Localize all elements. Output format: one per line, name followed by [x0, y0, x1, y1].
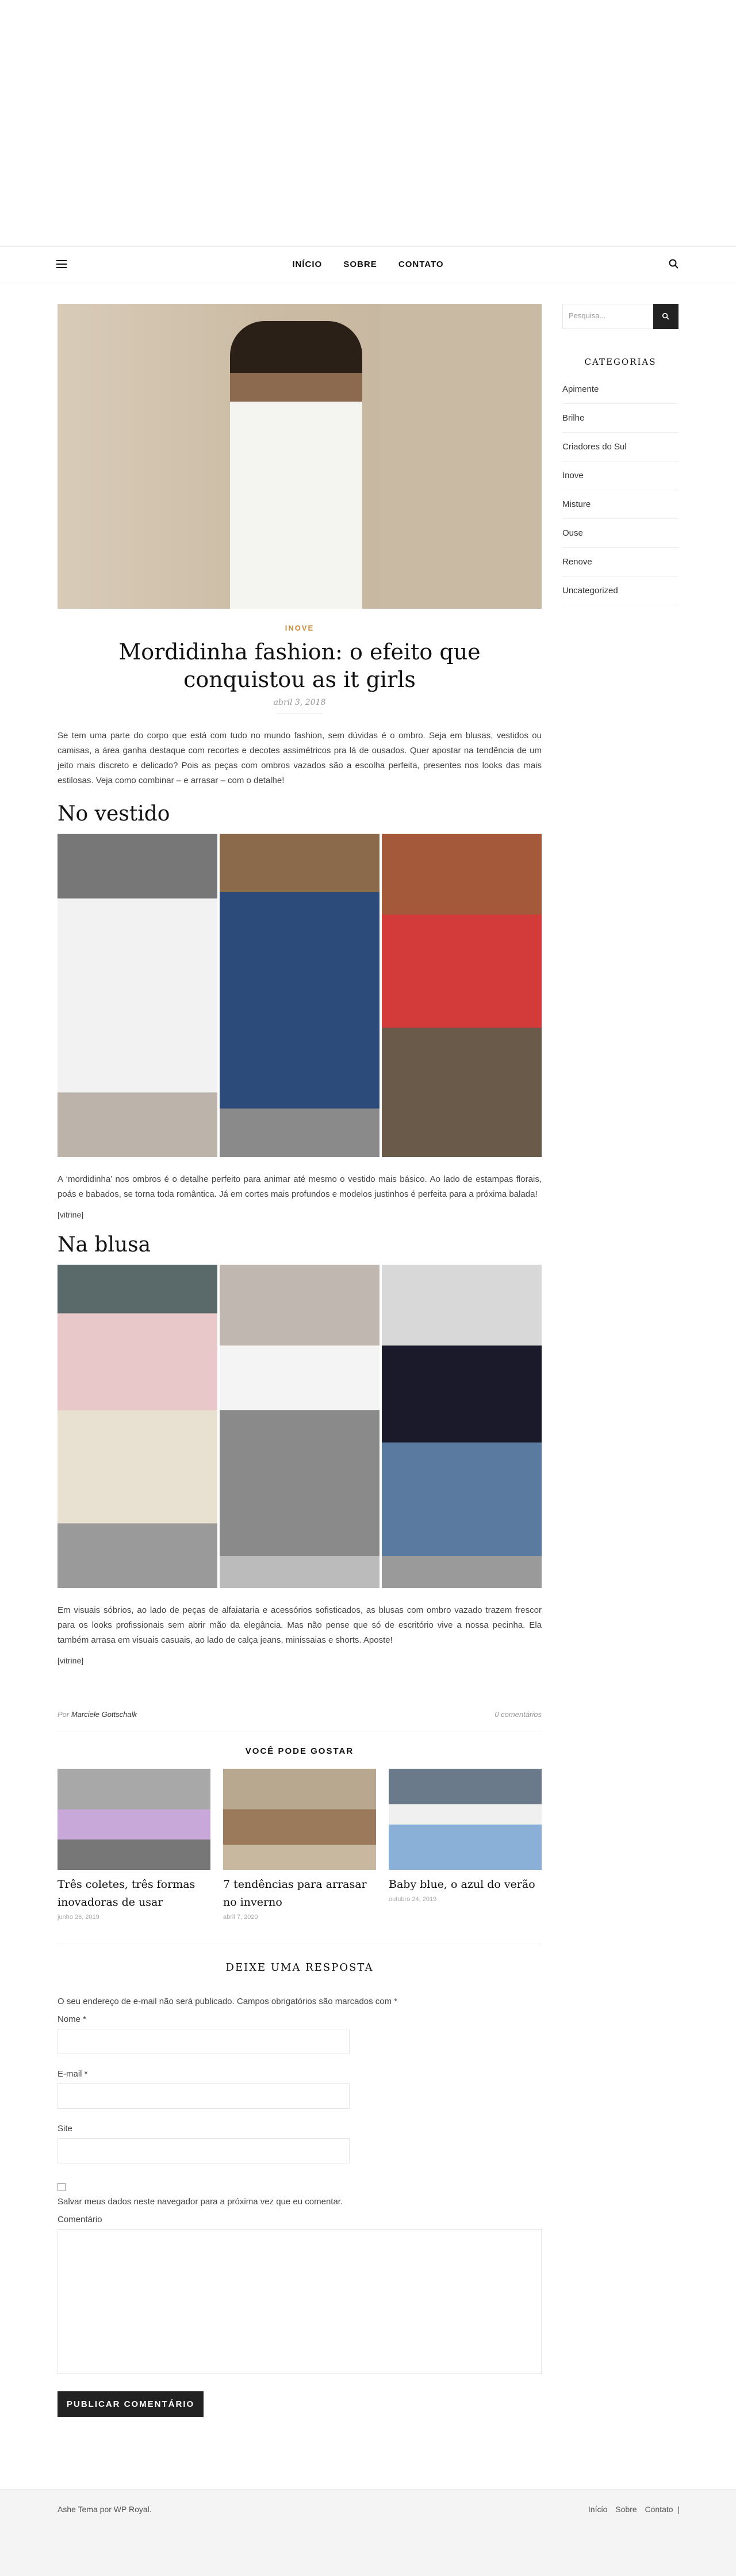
category-item[interactable]: Apimente	[562, 384, 678, 404]
name-input[interactable]	[57, 2029, 350, 2054]
email-label: E-mail *	[57, 2069, 88, 2079]
featured-image[interactable]	[57, 304, 542, 609]
related-post-date: abril 7, 2020	[223, 1914, 258, 1921]
category-item[interactable]: Criadores do Sul	[562, 442, 678, 461]
nav-item-contato[interactable]: CONTATO	[398, 259, 444, 269]
photo-white-dress	[57, 834, 217, 1157]
related-post-title[interactable]: Baby blue, o azul do verão	[389, 1876, 542, 1894]
post-category[interactable]: INOVE	[57, 624, 542, 632]
footer-credit[interactable]: Ashe Tema por WP Royal.	[57, 2505, 152, 2514]
name-label: Nome *	[57, 2014, 87, 2024]
model-figure	[230, 321, 362, 609]
related-post-image[interactable]	[389, 1769, 542, 1870]
site-label: Site	[57, 2124, 72, 2134]
related-post[interactable]: 7 tendências para arrasar no inverno abr…	[223, 1769, 376, 1921]
section-text-vestido: A ‘mordidinha’ nos ombros é o detalhe pe…	[57, 1174, 542, 1199]
section-title-vestido: No vestido	[57, 802, 170, 826]
comment-heading: DEIXE UMA RESPOSTA	[225, 1961, 374, 1974]
categories-heading: CATEGORIAS	[584, 357, 657, 367]
search-input[interactable]: Pesquisa...	[562, 304, 653, 329]
background-panel	[379, 304, 542, 609]
footer-link-sobre[interactable]: Sobre	[615, 2505, 637, 2514]
related-post-title[interactable]: Três coletes, três formas inovadoras de …	[57, 1876, 210, 1911]
post-content: INOVE Mordidinha fashion: o efeito que c…	[57, 304, 542, 2417]
photo-red-dress	[382, 834, 542, 1157]
related-post[interactable]: Três coletes, três formas inovadoras de …	[57, 1769, 210, 1921]
comment-label: Comentário	[57, 2215, 102, 2224]
nav-item-inicio[interactable]: INÍCIO	[292, 259, 322, 269]
main-menu: INÍCIO SOBRE CONTATO	[0, 259, 736, 269]
comment-textarea[interactable]	[57, 2229, 542, 2374]
category-item[interactable]: Misture	[562, 499, 678, 519]
related-posts: Três coletes, três formas inovadoras de …	[57, 1769, 542, 1921]
category-item[interactable]: Ouse	[562, 528, 678, 548]
related-post-date: outubro 24, 2019	[389, 1896, 437, 1903]
category-item[interactable]: Inove	[562, 471, 678, 490]
sidebar: Pesquisa... CATEGORIAS Apimente Brilhe C…	[562, 304, 678, 615]
related-post[interactable]: Baby blue, o azul do verão outubro 24, 2…	[389, 1769, 542, 1921]
photo-floral-blouse	[57, 1265, 217, 1588]
comment-count[interactable]: 0 comentários	[494, 1710, 542, 1719]
search-icon[interactable]	[668, 258, 680, 270]
nav-item-sobre[interactable]: SOBRE	[343, 259, 377, 269]
post-title: Mordidinha fashion: o efeito que conquis…	[118, 639, 481, 692]
categories-list: Apimente Brilhe Criadores do Sul Inove M…	[562, 384, 678, 605]
footer-menu: Início Sobre Contato |	[588, 2505, 680, 2514]
site-input[interactable]	[57, 2138, 350, 2163]
post-date: abril 3, 2018	[273, 698, 326, 707]
category-item[interactable]: Renove	[562, 557, 678, 577]
category-item[interactable]: Uncategorized	[562, 586, 678, 605]
submit-comment-button[interactable]: PUBLICAR COMENTÁRIO	[57, 2391, 204, 2417]
comment-form: O seu endereço de e-mail não será public…	[57, 1997, 542, 2417]
author-link[interactable]: Marciele Gottschalk	[71, 1710, 137, 1719]
section-title-blusa: Na blusa	[57, 1233, 151, 1257]
search-widget: Pesquisa...	[562, 304, 678, 329]
photo-white-blouse	[220, 1265, 379, 1588]
related-post-image[interactable]	[223, 1769, 376, 1870]
vitrine-placeholder: [vitrine]	[57, 1656, 84, 1665]
photo-grid-blusa	[57, 1265, 542, 1588]
post-meta: Por Marciele Gottschalk 0 comentários	[57, 1710, 542, 1722]
search-icon	[662, 312, 669, 320]
email-input[interactable]	[57, 2083, 350, 2109]
form-notice: O seu endereço de e-mail não será public…	[57, 1997, 398, 2006]
category-item[interactable]: Brilhe	[562, 413, 678, 433]
related-post-title[interactable]: 7 tendências para arrasar no inverno	[223, 1876, 376, 1911]
related-post-date: junho 26, 2019	[57, 1914, 99, 1921]
photo-blue-dress	[220, 834, 379, 1157]
related-heading: VOCÊ PODE GOSTAR	[245, 1746, 354, 1756]
post-intro: Se tem uma parte do corpo que está com t…	[57, 731, 542, 785]
search-button[interactable]	[653, 304, 678, 329]
footer-separator: |	[675, 2505, 680, 2514]
footer: Ashe Tema por WP Royal. Início Sobre Con…	[0, 2489, 736, 2576]
top-navigation: INÍCIO SOBRE CONTATO	[0, 246, 736, 284]
save-data-checkbox[interactable]	[57, 2183, 66, 2191]
footer-link-contato[interactable]: Contato	[645, 2505, 673, 2514]
vitrine-placeholder: [vitrine]	[57, 1210, 84, 1219]
author-prefix: Por	[57, 1710, 70, 1719]
photo-grid-vestido	[57, 834, 542, 1157]
footer-link-inicio[interactable]: Início	[588, 2505, 607, 2514]
related-post-image[interactable]	[57, 1769, 210, 1870]
section-text-blusa: Em visuais sóbrios, ao lado de peças de …	[57, 1605, 542, 1645]
save-data-label: Salvar meus dados neste navegador para a…	[57, 2197, 343, 2207]
photo-black-blouse	[382, 1265, 542, 1588]
